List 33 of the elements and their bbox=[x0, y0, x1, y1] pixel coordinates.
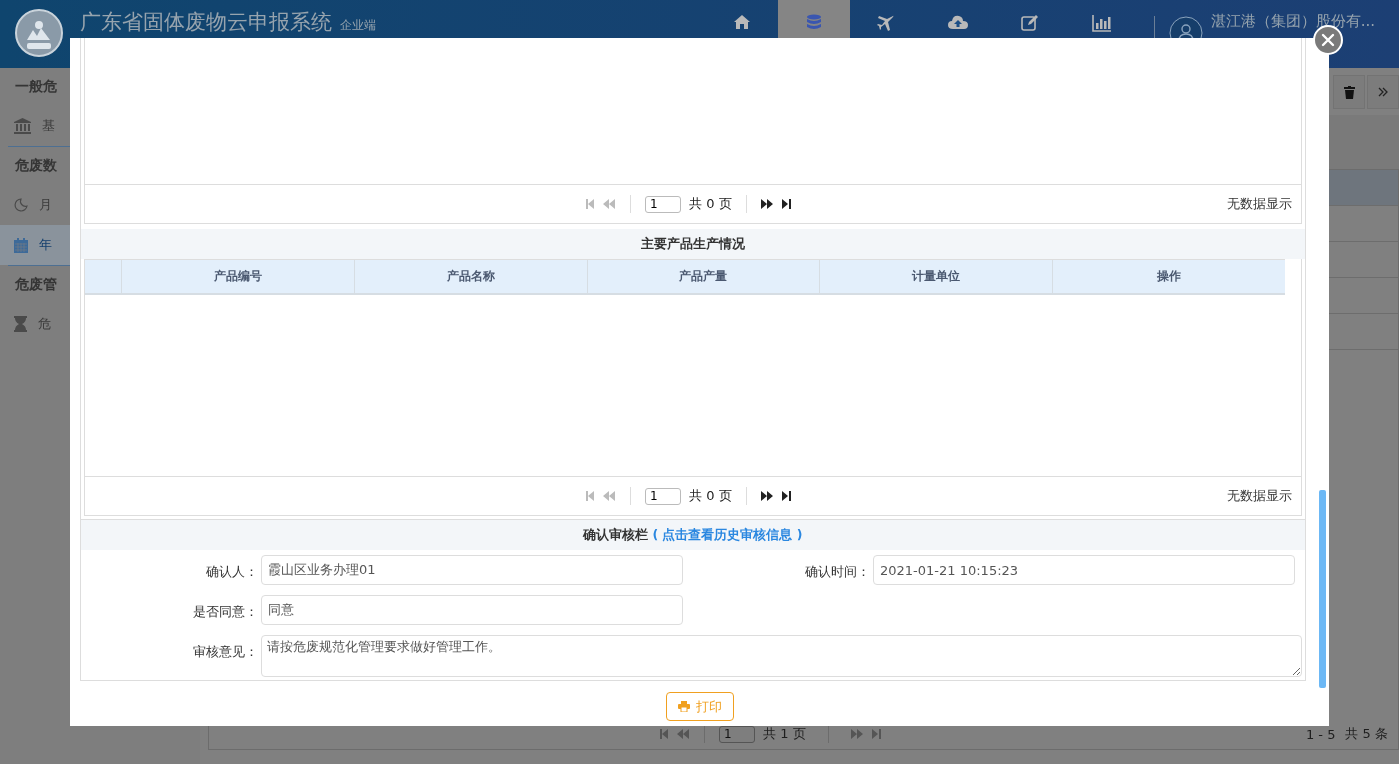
column-header: 计量单位 bbox=[819, 260, 1053, 293]
record-count: 共 5 条 bbox=[1345, 725, 1388, 743]
page-total: 共 1 页 bbox=[763, 725, 806, 743]
page-number-field[interactable]: 1 bbox=[645, 195, 681, 213]
field-label: 审核意见： bbox=[192, 643, 258, 661]
field-label: 是否同意： bbox=[192, 603, 258, 621]
column-header: 操作 bbox=[1052, 260, 1285, 293]
page-total: 共 0 页 bbox=[689, 195, 732, 213]
record-range: 1 - 5 bbox=[1305, 726, 1336, 742]
comment-field[interactable]: 请按危废规范化管理要求做好管理工作。 bbox=[261, 635, 1302, 677]
field-label: 确认时间： bbox=[804, 563, 870, 581]
section-title: 主要产品生产情况 bbox=[641, 235, 745, 253]
sidebar-item[interactable]: 危 bbox=[0, 304, 200, 344]
system-title: 广东省固体废物云申报系统 bbox=[80, 10, 332, 34]
column-header: 产品编号 bbox=[121, 260, 354, 293]
sidebar-group-title: 一般危 bbox=[14, 77, 58, 96]
column-header: 产品产量 bbox=[586, 260, 820, 293]
sidebar-item[interactable]: 月 bbox=[0, 185, 200, 225]
history-link[interactable]: ( 点击查看历史审核信息 ) bbox=[652, 526, 803, 544]
section-title: 确认审核栏 bbox=[583, 526, 649, 544]
text-field[interactable]: 2021-01-21 10:15:23 bbox=[873, 555, 1295, 585]
field-label: 确认人： bbox=[205, 563, 258, 581]
text-field[interactable]: 霞山区业务办理01 bbox=[261, 555, 683, 585]
system-subtitle: 企业端 bbox=[340, 18, 376, 32]
page-total: 共 0 页 bbox=[689, 487, 732, 505]
no-data-text: 无数据显示 bbox=[1227, 487, 1292, 505]
page-number-field[interactable]: 1 bbox=[645, 487, 681, 505]
column-header: 产品名称 bbox=[353, 260, 587, 293]
text-field[interactable]: 同意 bbox=[261, 595, 683, 625]
sidebar-group-title: 危废管 bbox=[14, 275, 58, 294]
sidebar-group-title: 危废数 bbox=[14, 156, 58, 175]
sidebar-item[interactable]: 基 bbox=[0, 106, 200, 146]
no-data-text: 无数据显示 bbox=[1227, 195, 1292, 213]
